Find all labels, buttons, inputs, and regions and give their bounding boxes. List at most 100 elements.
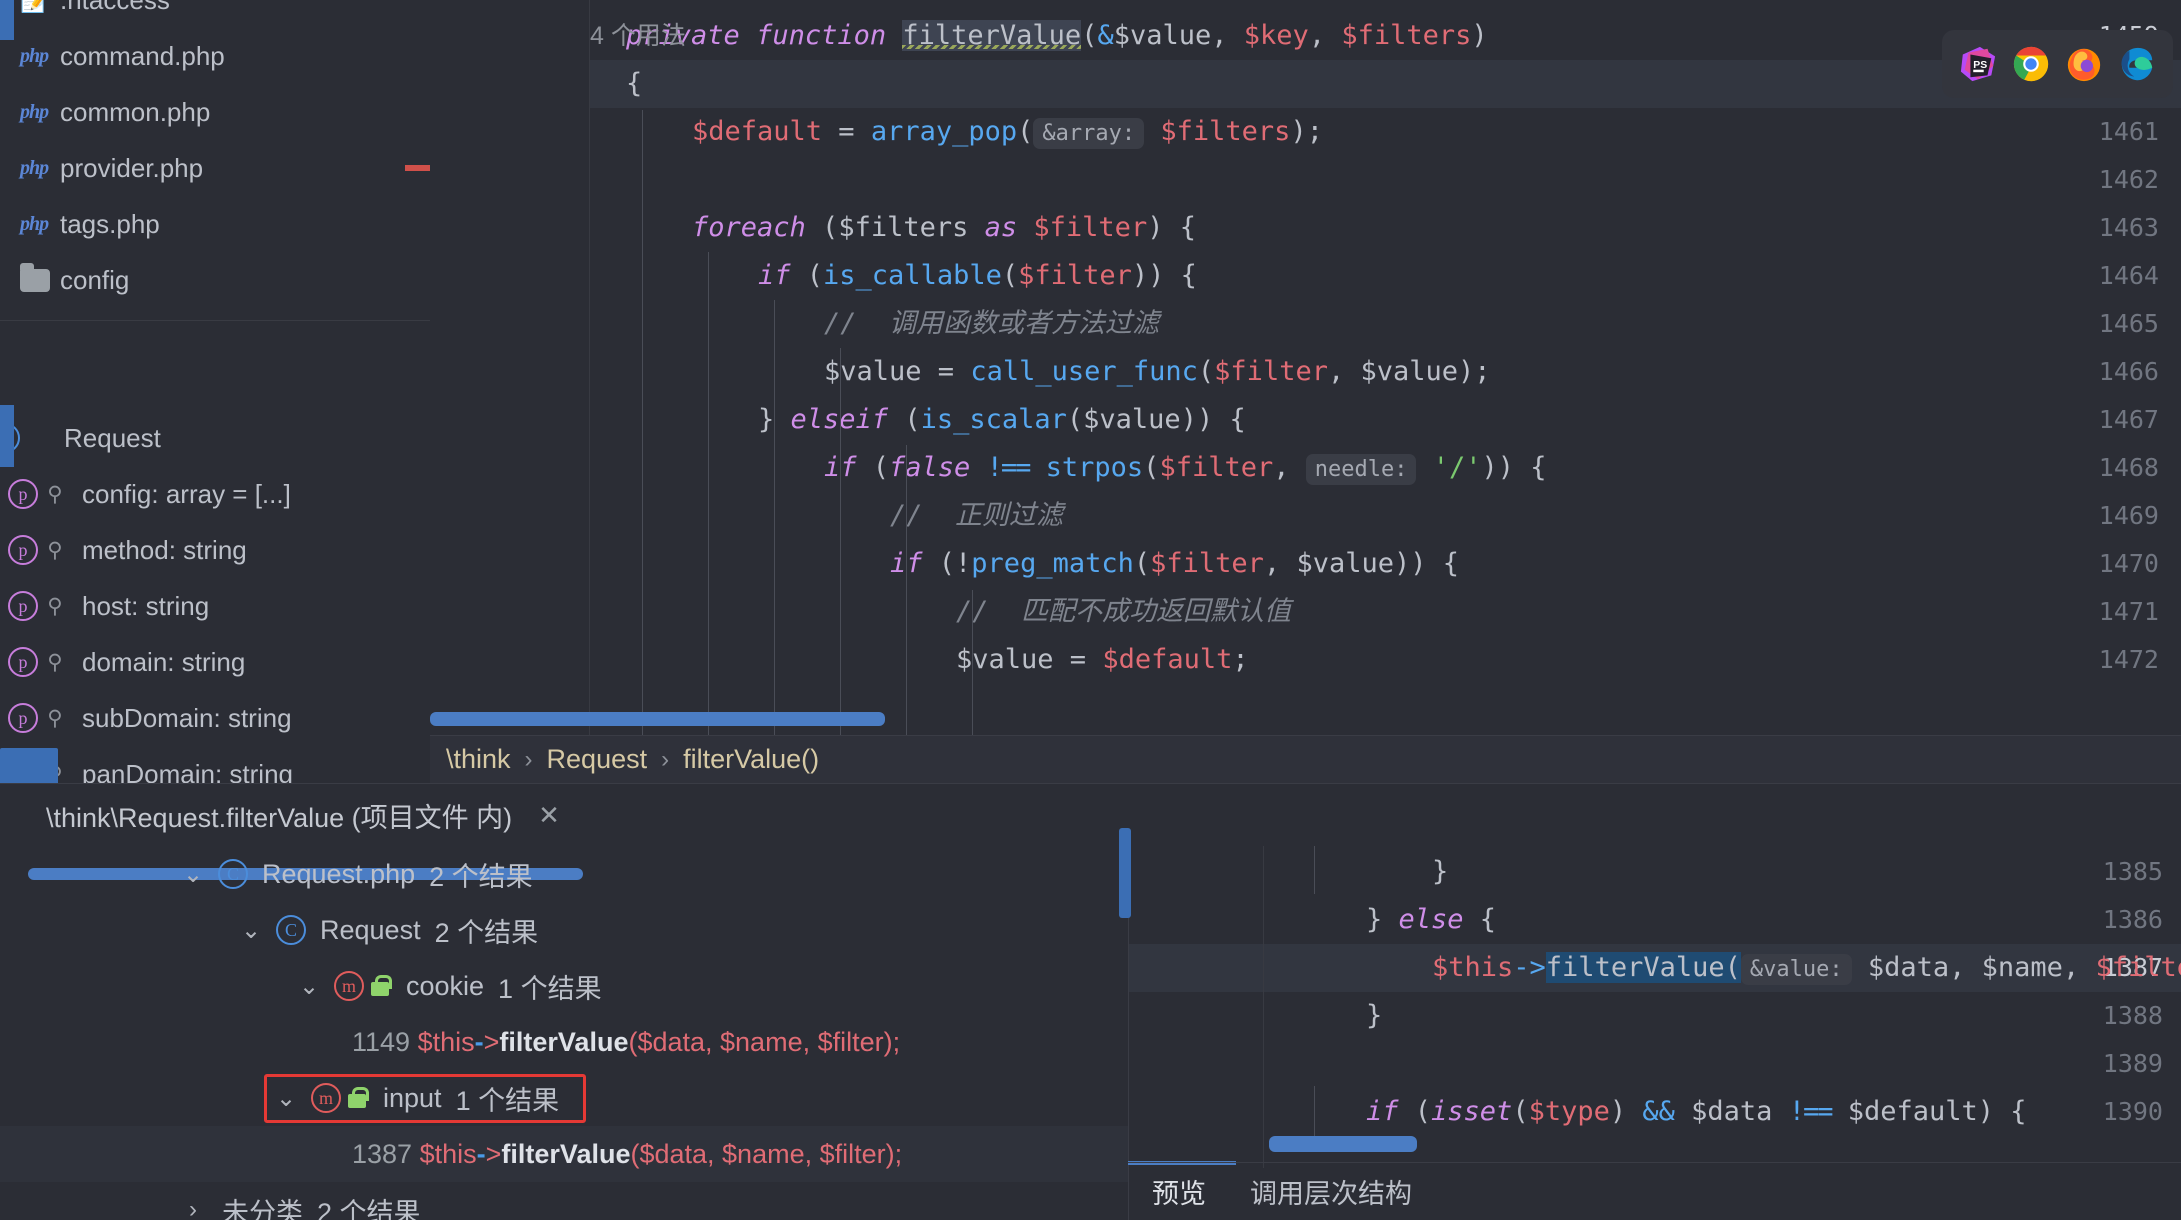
code-token: ( bbox=[1512, 1096, 1529, 1127]
code-line[interactable]: // 正则过滤 bbox=[590, 492, 1063, 540]
preview-code-line[interactable]: } else { bbox=[1264, 896, 1496, 944]
structure-item[interactable]: p ⚲ domain: string bbox=[0, 634, 430, 690]
usages-inlay-hint[interactable]: 4 个用法 bbox=[590, 12, 686, 60]
code-token: $data bbox=[1867, 952, 1950, 983]
code-line[interactable]: $default = array_pop(&array: $filters); bbox=[590, 108, 1323, 156]
editor-gutter[interactable] bbox=[430, 0, 590, 735]
code-editor[interactable]: 1459146014611462146314641465146614671468… bbox=[430, 0, 2181, 783]
code-line[interactable]: if (is_callable($filter)) { bbox=[590, 252, 1197, 300]
code-token: -> bbox=[1513, 952, 1546, 983]
usage-group-row[interactable]: ⌄ C Request.php 2 个结果 bbox=[0, 846, 1128, 902]
chrome-icon[interactable] bbox=[2012, 45, 2050, 83]
usage-group-row[interactable]: ⌄ m input 1 个结果 bbox=[0, 1070, 1128, 1126]
project-file-item[interactable]: 📝 .htaccess bbox=[0, 0, 430, 28]
indent-guide bbox=[774, 300, 775, 735]
breadcrumb[interactable]: \think › Request › filterValue() bbox=[430, 735, 2181, 783]
ide-window: 📝.htaccessphpcommand.phpphpcommon.phpphp… bbox=[0, 0, 2181, 1220]
code-line[interactable]: */ bbox=[590, 0, 659, 12]
edge-icon[interactable] bbox=[2118, 45, 2156, 83]
method-icon: m bbox=[334, 971, 364, 1001]
firefox-icon[interactable] bbox=[2065, 45, 2103, 83]
project-file-item[interactable]: php provider.php bbox=[0, 140, 430, 196]
chevron-down-icon[interactable]: ⌄ bbox=[271, 1084, 301, 1113]
preview-code-line[interactable]: } bbox=[1264, 848, 1448, 896]
code-token: ( bbox=[790, 260, 824, 291]
preview-vertical-scrollbar[interactable] bbox=[1119, 828, 1131, 918]
tab-preview[interactable]: 预览 bbox=[1152, 1172, 1206, 1211]
usage-result-row[interactable]: 1149 $this->filterValue($data, $name, $f… bbox=[0, 1014, 1128, 1070]
code-line[interactable]: private function filterValue(&$value, $k… bbox=[590, 12, 1488, 60]
project-file-label: command.php bbox=[60, 40, 225, 71]
code-token: ( bbox=[1017, 116, 1034, 147]
code-token: = bbox=[1053, 644, 1103, 675]
code-line[interactable]: if (!preg_match($filter, $value)) { bbox=[590, 540, 1459, 588]
structure-item[interactable]: p ⚲ subDomain: string bbox=[0, 690, 430, 746]
code-token: $value bbox=[1296, 548, 1394, 579]
code-token: $type bbox=[1528, 1096, 1610, 1127]
structure-item[interactable]: p ⚲ host: string bbox=[0, 578, 430, 634]
structure-item[interactable]: p ⚲ config: array = [...] bbox=[0, 466, 430, 522]
private-lock-icon bbox=[345, 1086, 369, 1110]
usage-code-snippet: 1387 $this->filterValue($data, $name, $f… bbox=[352, 1139, 902, 1170]
usage-group-row[interactable]: › 未分类 2 个结果 bbox=[0, 1182, 1128, 1220]
operator: !== bbox=[1788, 1096, 1834, 1127]
usage-group-label: Request bbox=[320, 914, 421, 945]
php-file-icon: php bbox=[20, 156, 49, 179]
project-file-item[interactable]: php common.php bbox=[0, 84, 430, 140]
code-line[interactable]: $value = call_user_func($filter, $value)… bbox=[590, 348, 1491, 396]
preview-code-line[interactable] bbox=[1264, 1040, 1366, 1088]
code-token: // 调用函数或者方法过滤 bbox=[824, 308, 1160, 339]
chevron-down-icon[interactable]: ⌄ bbox=[294, 972, 324, 1001]
code-token: ) bbox=[1471, 20, 1488, 51]
chevron-down-icon[interactable]: ⌄ bbox=[236, 916, 266, 945]
code-token: ( bbox=[1133, 548, 1151, 579]
code-token: ( bbox=[1001, 260, 1019, 291]
breadcrumb-part-2[interactable]: filterValue() bbox=[683, 744, 819, 775]
code-token: as bbox=[984, 212, 1018, 243]
breadcrumb-part-0[interactable]: \think bbox=[446, 744, 511, 775]
usage-group-row[interactable]: ⌄ C Request 2 个结果 bbox=[0, 902, 1128, 958]
indent-guide bbox=[840, 348, 841, 735]
code-token: )) { bbox=[1393, 548, 1460, 579]
code-line[interactable]: } elseif (is_scalar($value)) { bbox=[590, 396, 1246, 444]
project-file-item[interactable]: php command.php bbox=[0, 28, 430, 84]
indent-guide bbox=[972, 590, 973, 735]
code-line[interactable] bbox=[590, 156, 692, 204]
code-token: ) { bbox=[1977, 1096, 2027, 1127]
preview-code-line[interactable]: $this->filterValue(&value: $data, $name,… bbox=[1264, 944, 2181, 992]
code-line[interactable]: { bbox=[590, 60, 642, 108]
close-icon[interactable]: ✕ bbox=[538, 800, 560, 831]
code-content[interactable]: */ private function filterValue(&$value, … bbox=[590, 0, 2181, 735]
phpstorm-icon[interactable]: PS bbox=[1959, 45, 1997, 83]
chevron-right-icon[interactable]: › bbox=[178, 1196, 208, 1220]
project-file-item[interactable]: php tags.php bbox=[0, 196, 430, 252]
code-line[interactable]: $value = $default; bbox=[590, 636, 1249, 684]
code-token: )) { bbox=[1180, 404, 1246, 435]
pane-divider bbox=[0, 320, 430, 321]
chevron-down-icon[interactable]: ⌄ bbox=[178, 860, 208, 889]
breadcrumb-part-1[interactable]: Request bbox=[547, 744, 648, 775]
usage-method-name: filterValue bbox=[499, 1026, 629, 1057]
code-line[interactable]: // 匹配不成功返回默认值 bbox=[590, 588, 1291, 636]
preview-horizontal-scrollbar[interactable] bbox=[1269, 1136, 1417, 1152]
structure-item[interactable]: p ⚲ method: string bbox=[0, 522, 430, 578]
code-line[interactable]: foreach ($filters as $filter) { bbox=[590, 204, 1196, 252]
structure-tree[interactable]: CRequest p ⚲ config: array = [...] p ⚲ method:… bbox=[0, 410, 430, 802]
code-line[interactable]: // 调用函数或者方法过滤 bbox=[590, 300, 1159, 348]
structure-item[interactable]: CRequest bbox=[0, 410, 430, 466]
code-token: ( bbox=[856, 452, 890, 483]
find-usages-results-tree[interactable]: ⌄ C Request.php 2 个结果 ⌄ C Request 2 个结果 ⌄ m cookie… bbox=[0, 846, 1128, 1220]
code-line[interactable]: if (false !== strpos($filter, needle: '/… bbox=[590, 444, 1547, 492]
parameter-hint: &value: bbox=[1740, 954, 1852, 985]
code-token: , bbox=[1273, 452, 1306, 483]
usage-group-row[interactable]: ⌄ m cookie 1 个结果 bbox=[0, 958, 1128, 1014]
editor-horizontal-scrollbar[interactable] bbox=[430, 712, 885, 726]
preview-code-line[interactable]: } bbox=[1264, 992, 1382, 1040]
tab-call-hierarchy[interactable]: 调用层次结构 bbox=[1250, 1172, 1412, 1211]
preview-tab-bar[interactable]: 预览 调用层次结构 bbox=[1128, 1162, 2181, 1220]
usage-result-row[interactable]: 1387 $this->filterValue($data, $name, $f… bbox=[0, 1126, 1128, 1182]
project-file-item[interactable]: config bbox=[0, 252, 430, 308]
preview-code-line[interactable]: if (isset($type) && $data !== $default) … bbox=[1264, 1088, 2027, 1136]
